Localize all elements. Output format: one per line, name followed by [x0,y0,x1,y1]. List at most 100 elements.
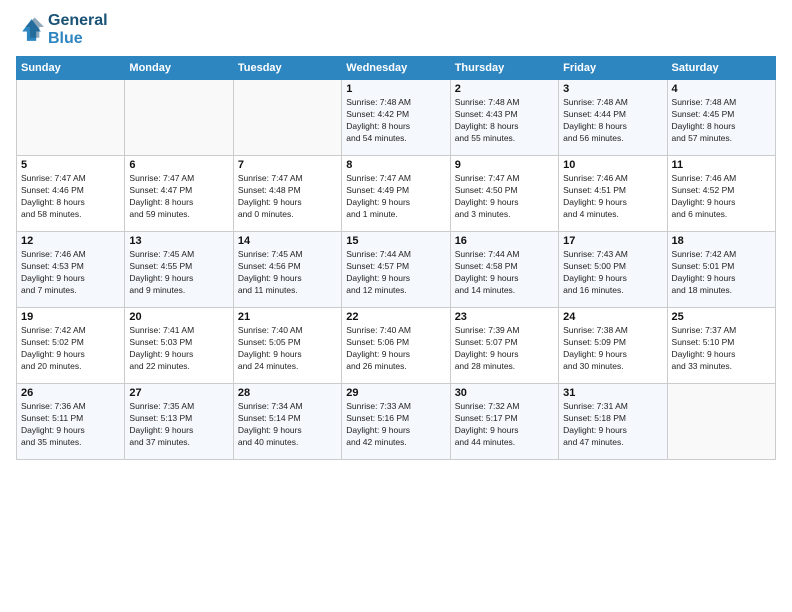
day-number: 25 [672,311,771,323]
day-info: Sunrise: 7:47 AM Sunset: 4:48 PM Dayligh… [238,173,337,221]
day-info: Sunrise: 7:48 AM Sunset: 4:45 PM Dayligh… [672,97,771,145]
day-info: Sunrise: 7:40 AM Sunset: 5:05 PM Dayligh… [238,325,337,373]
day-number: 14 [238,235,337,247]
day-cell: 9Sunrise: 7:47 AM Sunset: 4:50 PM Daylig… [450,156,558,232]
day-number: 3 [563,83,662,95]
day-info: Sunrise: 7:42 AM Sunset: 5:02 PM Dayligh… [21,325,120,373]
day-cell: 25 Sunrise: 7:37 AM Sunset: 5:10 PM Dayli… [667,308,775,384]
day-info: Sunrise: 7:43 AM Sunset: 5:00 PM Dayligh… [563,249,662,297]
day-cell: 22 Sunrise: 7:40 AM Sunset: 5:06 PM Dayli… [342,308,450,384]
day-number: 28 [238,387,337,399]
week-row-2: 5Sunrise: 7:47 AM Sunset: 4:46 PM Daylig… [17,156,776,232]
day-cell: 11 Sunrise: 7:46 AM Sunset: 4:52 PM Dayli… [667,156,775,232]
day-info: Sunrise: 7:37 AM Sunset: 5:10 PM Dayligh… [672,325,771,373]
day-cell: 23Sunrise: 7:39 AM Sunset: 5:07 PM Dayli… [450,308,558,384]
day-number: 7 [238,159,337,171]
day-info: Sunrise: 7:45 AM Sunset: 4:56 PM Dayligh… [238,249,337,297]
weekday-header-tuesday: Tuesday [233,57,341,80]
day-number: 19 [21,311,120,323]
weekday-header-row: SundayMondayTuesdayWednesdayThursdayFrid… [17,57,776,80]
day-info: Sunrise: 7:31 AM Sunset: 5:18 PM Dayligh… [563,401,662,449]
day-number: 16 [455,235,554,247]
day-info: Sunrise: 7:42 AM Sunset: 5:01 PM Dayligh… [672,249,771,297]
day-cell: 20Sunrise: 7:41 AM Sunset: 5:03 PM Dayli… [125,308,233,384]
week-row-1: 1Sunrise: 7:48 AM Sunset: 4:42 PM Daylig… [17,80,776,156]
week-row-3: 12 Sunrise: 7:46 AM Sunset: 4:53 PM Dayli… [17,232,776,308]
day-number: 18 [672,235,771,247]
weekday-header-wednesday: Wednesday [342,57,450,80]
day-cell: 14 Sunrise: 7:45 AM Sunset: 4:56 PM Dayli… [233,232,341,308]
calendar: SundayMondayTuesdayWednesdayThursdayFrid… [16,56,776,460]
day-number: 24 [563,311,662,323]
header: General Blue [16,12,776,48]
day-number: 31 [563,387,662,399]
logo-text: General Blue [48,12,108,48]
day-number: 22 [346,311,445,323]
day-info: Sunrise: 7:46 AM Sunset: 4:53 PM Dayligh… [21,249,120,297]
weekday-header-monday: Monday [125,57,233,80]
day-number: 15 [346,235,445,247]
day-cell: 8 Sunrise: 7:47 AM Sunset: 4:49 PM Daylig… [342,156,450,232]
day-info: Sunrise: 7:47 AM Sunset: 4:49 PM Dayligh… [346,173,445,221]
day-info: Sunrise: 7:40 AM Sunset: 5:06 PM Dayligh… [346,325,445,373]
day-info: Sunrise: 7:38 AM Sunset: 5:09 PM Dayligh… [563,325,662,373]
day-info: Sunrise: 7:35 AM Sunset: 5:13 PM Dayligh… [129,401,228,449]
day-number: 30 [455,387,554,399]
day-info: Sunrise: 7:44 AM Sunset: 4:58 PM Dayligh… [455,249,554,297]
day-number: 27 [129,387,228,399]
day-number: 20 [129,311,228,323]
day-cell: 4Sunrise: 7:48 AM Sunset: 4:45 PM Daylig… [667,80,775,156]
day-number: 8 [346,159,445,171]
day-cell: 29 Sunrise: 7:33 AM Sunset: 5:16 PM Dayli… [342,384,450,460]
day-info: Sunrise: 7:33 AM Sunset: 5:16 PM Dayligh… [346,401,445,449]
day-cell: 3 Sunrise: 7:48 AM Sunset: 4:44 PM Daylig… [559,80,667,156]
day-cell: 21Sunrise: 7:40 AM Sunset: 5:05 PM Dayli… [233,308,341,384]
day-info: Sunrise: 7:48 AM Sunset: 4:44 PM Dayligh… [563,97,662,145]
day-number: 17 [563,235,662,247]
logo-icon [16,16,44,44]
weekday-header-friday: Friday [559,57,667,80]
day-info: Sunrise: 7:34 AM Sunset: 5:14 PM Dayligh… [238,401,337,449]
day-cell: 30 Sunrise: 7:32 AM Sunset: 5:17 PM Dayli… [450,384,558,460]
day-cell: 18 Sunrise: 7:42 AM Sunset: 5:01 PM Dayli… [667,232,775,308]
day-number: 10 [563,159,662,171]
day-info: Sunrise: 7:47 AM Sunset: 4:47 PM Dayligh… [129,173,228,221]
day-info: Sunrise: 7:44 AM Sunset: 4:57 PM Dayligh… [346,249,445,297]
day-number: 12 [21,235,120,247]
day-cell: 13Sunrise: 7:45 AM Sunset: 4:55 PM Dayli… [125,232,233,308]
weekday-header-thursday: Thursday [450,57,558,80]
day-number: 23 [455,311,554,323]
day-cell: 24 Sunrise: 7:38 AM Sunset: 5:09 PM Dayli… [559,308,667,384]
day-cell: 16 Sunrise: 7:44 AM Sunset: 4:58 PM Dayli… [450,232,558,308]
day-cell: 26Sunrise: 7:36 AM Sunset: 5:11 PM Dayli… [17,384,125,460]
day-number: 2 [455,83,554,95]
day-number: 5 [21,159,120,171]
day-cell [125,80,233,156]
day-info: Sunrise: 7:46 AM Sunset: 4:52 PM Dayligh… [672,173,771,221]
day-cell: 19 Sunrise: 7:42 AM Sunset: 5:02 PM Dayli… [17,308,125,384]
weekday-header-saturday: Saturday [667,57,775,80]
day-cell [17,80,125,156]
day-number: 9 [455,159,554,171]
day-cell: 6 Sunrise: 7:47 AM Sunset: 4:47 PM Daylig… [125,156,233,232]
day-info: Sunrise: 7:32 AM Sunset: 5:17 PM Dayligh… [455,401,554,449]
day-cell: 27 Sunrise: 7:35 AM Sunset: 5:13 PM Dayli… [125,384,233,460]
day-cell: 12 Sunrise: 7:46 AM Sunset: 4:53 PM Dayli… [17,232,125,308]
day-cell: 28 Sunrise: 7:34 AM Sunset: 5:14 PM Dayli… [233,384,341,460]
day-cell: 31 Sunrise: 7:31 AM Sunset: 5:18 PM Dayli… [559,384,667,460]
logo: General Blue [16,12,108,48]
day-number: 6 [129,159,228,171]
day-cell [667,384,775,460]
day-info: Sunrise: 7:36 AM Sunset: 5:11 PM Dayligh… [21,401,120,449]
day-number: 11 [672,159,771,171]
day-cell: 15 Sunrise: 7:44 AM Sunset: 4:57 PM Dayli… [342,232,450,308]
day-cell: 1Sunrise: 7:48 AM Sunset: 4:42 PM Daylig… [342,80,450,156]
day-info: Sunrise: 7:48 AM Sunset: 4:42 PM Dayligh… [346,97,445,145]
week-row-5: 26Sunrise: 7:36 AM Sunset: 5:11 PM Dayli… [17,384,776,460]
day-number: 29 [346,387,445,399]
weekday-header-sunday: Sunday [17,57,125,80]
day-cell: 5Sunrise: 7:47 AM Sunset: 4:46 PM Daylig… [17,156,125,232]
day-info: Sunrise: 7:46 AM Sunset: 4:51 PM Dayligh… [563,173,662,221]
page: General Blue SundayMondayTuesdayWednesda… [0,0,792,612]
day-cell: 17 Sunrise: 7:43 AM Sunset: 5:00 PM Dayli… [559,232,667,308]
